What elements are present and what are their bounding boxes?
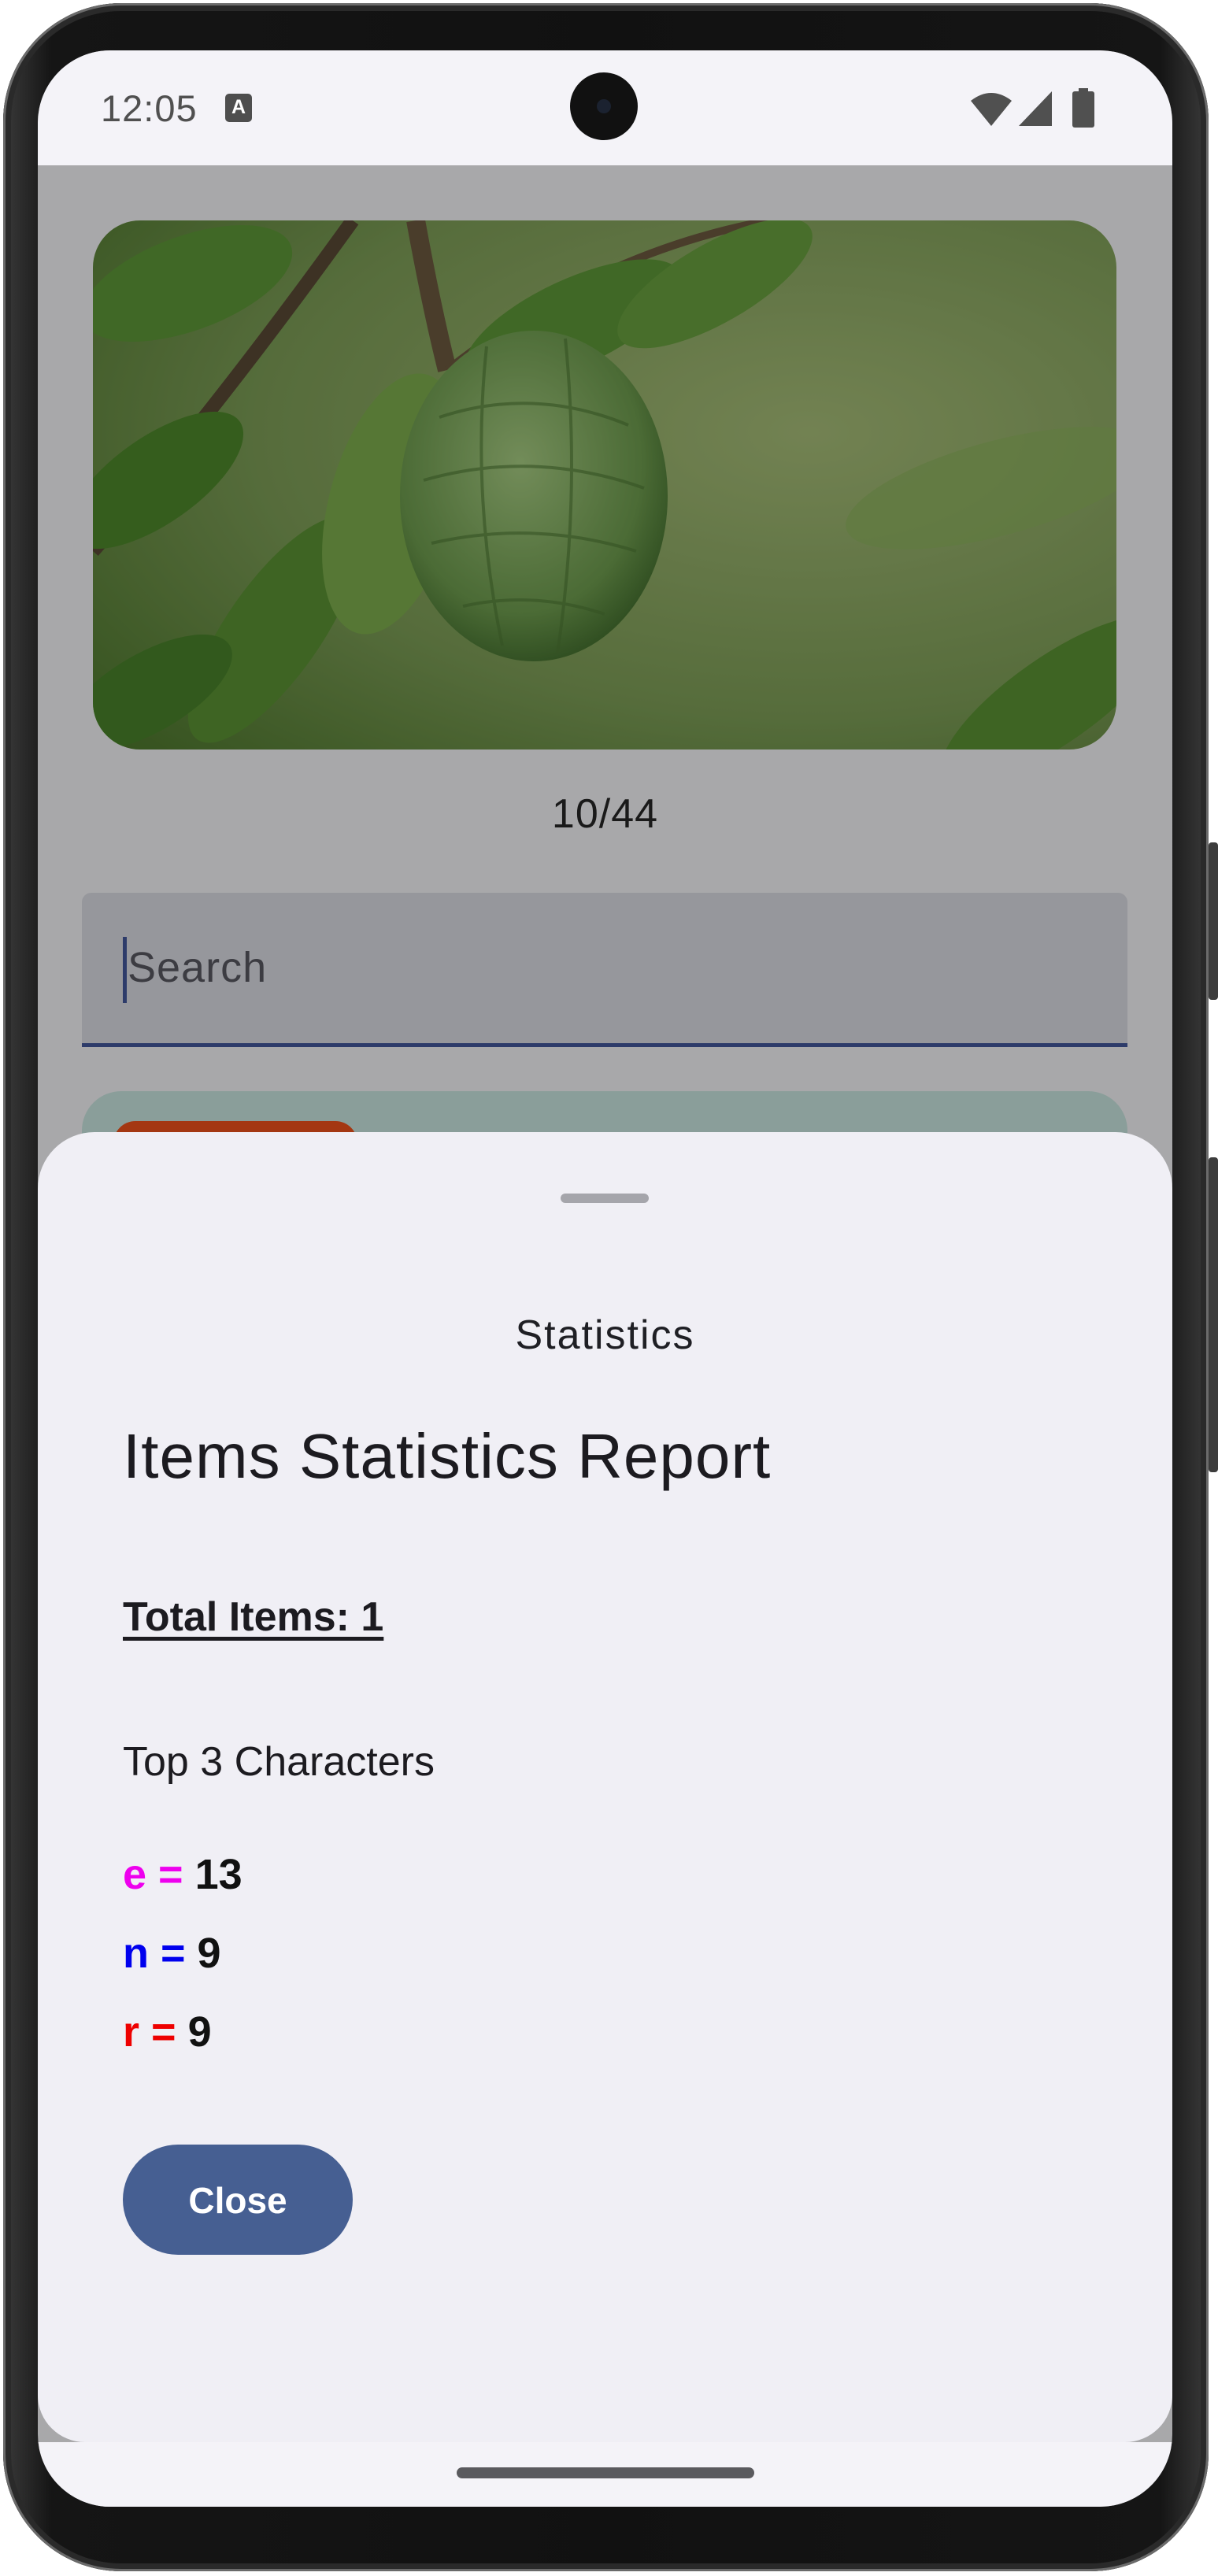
front-camera	[570, 72, 638, 140]
char-stat-key: e =	[123, 1851, 183, 1898]
close-button[interactable]: Close	[123, 2145, 353, 2255]
status-time: 12:05	[101, 87, 198, 129]
top-characters-label: Top 3 Characters	[123, 1739, 435, 1785]
char-stat-row: e = 13	[123, 1850, 242, 1899]
char-stat-key: n =	[123, 1930, 186, 1977]
photo-dim-overlay	[93, 220, 1116, 749]
custard-apple-photo[interactable]	[93, 220, 1116, 749]
image-counter: 10/44	[551, 791, 659, 837]
screen: 12:05 A 10/44 Search Statistics Items St…	[38, 50, 1172, 2507]
char-stat-row: n = 9	[123, 1929, 221, 1978]
char-stat-value: 9	[187, 2008, 212, 2056]
power-button	[1209, 842, 1218, 1000]
char-stat-value: 13	[194, 1851, 242, 1898]
total-items-label: Total Items: 1	[123, 1594, 384, 1640]
status-bar: 12:05 A	[38, 50, 1172, 165]
drag-handle[interactable]	[561, 1194, 649, 1203]
phone-device: 12:05 A 10/44 Search Statistics Items St…	[0, 0, 1218, 2576]
wifi-icon	[971, 93, 1012, 126]
search-placeholder: Search	[128, 944, 268, 991]
text-a-icon: A	[225, 94, 252, 122]
text-cursor	[123, 937, 127, 1003]
volume-button	[1209, 1157, 1218, 1472]
report-heading: Items Statistics Report	[123, 1421, 772, 1491]
sheet-title: Statistics	[515, 1312, 695, 1358]
signal-icon	[1019, 91, 1052, 126]
battery-icon	[1072, 88, 1094, 128]
char-stat-row: r = 9	[123, 2008, 212, 2056]
char-stat-key: r =	[123, 2008, 176, 2056]
home-indicator[interactable]	[457, 2467, 754, 2478]
char-stat-value: 9	[197, 1930, 221, 1977]
